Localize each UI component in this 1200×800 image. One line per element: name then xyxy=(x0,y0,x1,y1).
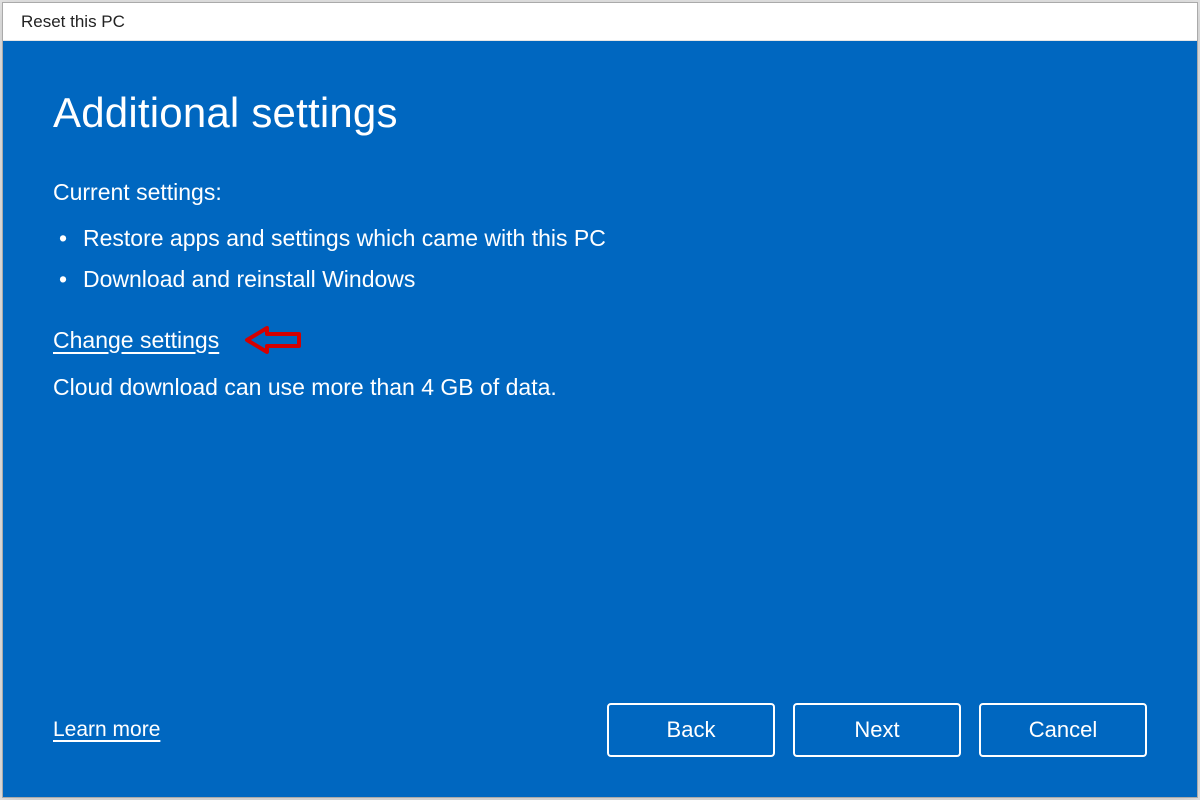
window-title: Reset this PC xyxy=(21,12,125,32)
current-settings-label: Current settings: xyxy=(53,179,1147,206)
reset-pc-dialog: Reset this PC Additional settings Curren… xyxy=(2,2,1198,798)
annotation-arrow-left-icon xyxy=(237,320,309,360)
page-heading: Additional settings xyxy=(53,89,1147,137)
dialog-content: Additional settings Current settings: Re… xyxy=(3,41,1197,797)
titlebar: Reset this PC xyxy=(3,3,1197,41)
current-settings-list: Restore apps and settings which came wit… xyxy=(53,218,1147,300)
next-button[interactable]: Next xyxy=(793,703,961,757)
change-settings-link[interactable]: Change settings xyxy=(53,327,219,354)
dialog-footer: Learn more Back Next Cancel xyxy=(53,703,1147,767)
setting-item: Download and reinstall Windows xyxy=(53,259,1147,300)
change-settings-row: Change settings xyxy=(53,320,1147,360)
setting-item: Restore apps and settings which came wit… xyxy=(53,218,1147,259)
dialog-buttons: Back Next Cancel xyxy=(607,703,1147,757)
back-button[interactable]: Back xyxy=(607,703,775,757)
cancel-button[interactable]: Cancel xyxy=(979,703,1147,757)
learn-more-link[interactable]: Learn more xyxy=(53,718,160,742)
data-usage-note: Cloud download can use more than 4 GB of… xyxy=(53,374,1147,401)
